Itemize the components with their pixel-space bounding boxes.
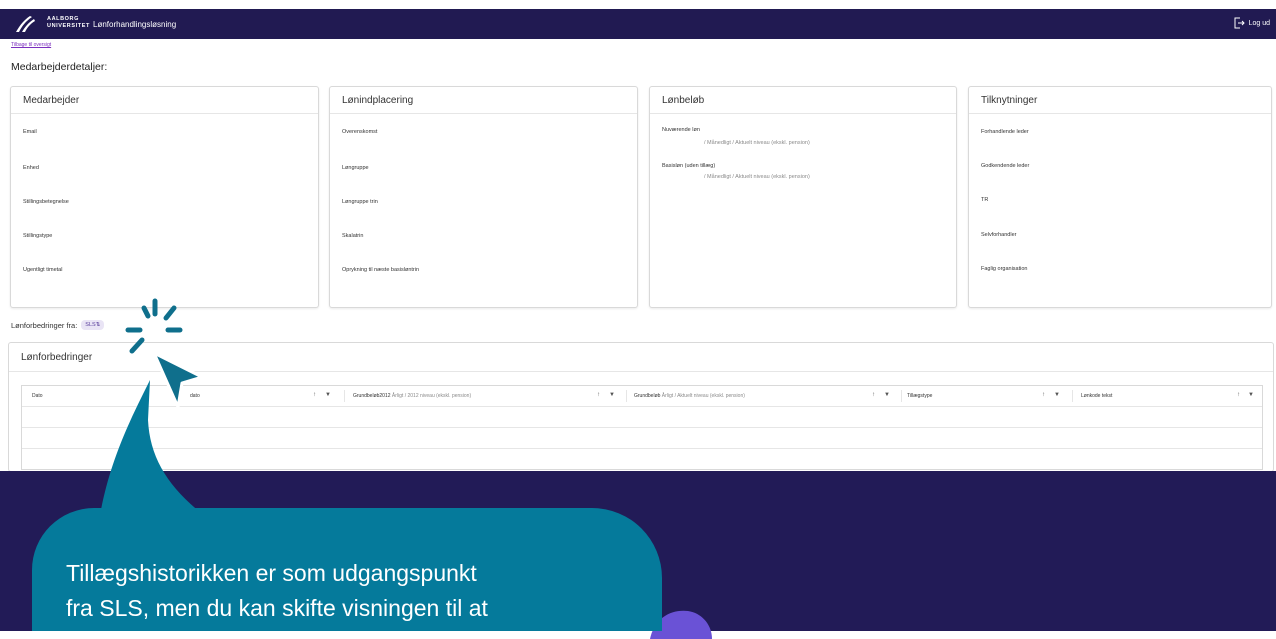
column-header-grundbelob2012[interactable]: Grundbeløb2012 Årligt / 2012 niveau (eks…	[353, 393, 471, 399]
field-label: Skalatrin	[342, 233, 364, 239]
field-label: TR	[981, 197, 989, 203]
column-header-unit: Årligt / 2012 niveau (ekskl. pension)	[391, 393, 472, 399]
filter-icon[interactable]: ▼	[1054, 392, 1060, 398]
swap-icon: ⇅	[95, 322, 101, 328]
source-toggle-chip[interactable]: SLS⇅	[81, 320, 105, 330]
field-unit: / Månedligt / Aktuelt niveau (ekskl. pen…	[704, 174, 810, 180]
column-header-label: Grundbeløb	[634, 393, 661, 399]
detail-panels: Medarbejder Email Enhed Stillingsbetegne…	[10, 86, 1272, 308]
sort-icon[interactable]: ↑	[313, 392, 316, 398]
field-label: Selvforhandler	[981, 232, 1017, 238]
source-filter: Lønforbedringer fra: SLS⇅	[11, 320, 105, 330]
field-label: Faglig organisation	[981, 266, 1028, 272]
chip-label: SLS	[85, 322, 96, 328]
tutorial-text-line: fra SLS, men du kan skifte visningen til…	[66, 595, 488, 621]
card-medarbejder: Medarbejder Email Enhed Stillingsbetegne…	[10, 86, 319, 308]
field-label: Oprykning til næste basisløntrin	[342, 267, 420, 273]
filter-label: Lønforbedringer fra:	[11, 320, 78, 330]
column-divider	[344, 390, 345, 402]
app-title: Lønforhandlingsløsning	[93, 20, 177, 29]
tutorial-speech-bubble: Tillægshistorikken er som udgangspunkt f…	[32, 508, 662, 631]
logout-button[interactable]: Log ud	[1233, 17, 1270, 29]
filter-icon[interactable]: ▼	[884, 392, 890, 398]
logo-wordmark: AALBORG UNIVERSITET	[47, 16, 90, 30]
field-label: Forhandlende leder	[981, 129, 1029, 135]
field-label: Nuværende løn	[662, 127, 700, 133]
column-header-lonkode-tekst[interactable]: Lønkode tekst	[1081, 393, 1112, 399]
card-tilknytninger: Tilknytninger Forhandlende leder Godkend…	[968, 86, 1272, 308]
field-label: Løngruppe	[342, 165, 369, 171]
field-label: Enhed	[23, 165, 39, 171]
field-label: Løngruppe trin	[342, 199, 378, 205]
field-label: Overenskomst	[342, 129, 378, 135]
sort-icon[interactable]: ↑	[1042, 392, 1045, 398]
column-divider	[1072, 390, 1073, 402]
page-title: Medarbejderdetaljer:	[11, 61, 108, 73]
top-bar: AALBORG UNIVERSITET Lønforhandlingsløsni…	[0, 9, 1276, 39]
field-label: Email	[23, 129, 37, 135]
field-label: Stillingsbetegnelse	[23, 199, 69, 205]
column-divider	[901, 390, 902, 402]
column-header-dato[interactable]: Dato	[32, 393, 43, 399]
card-title: Lønindplacering	[330, 87, 637, 114]
university-logo-icon	[16, 16, 35, 32]
logout-label: Log ud	[1248, 19, 1270, 27]
sort-icon[interactable]: ↑	[597, 392, 600, 398]
card-title: Lønbeløb	[650, 87, 956, 114]
card-lonbelob: Lønbeløb Nuværende løn / Månedligt / Akt…	[649, 86, 957, 308]
field-unit: / Månedligt / Aktuelt niveau (ekskl. pen…	[704, 140, 810, 146]
tutorial-text: Tillægshistorikken er som udgangspunkt f…	[66, 556, 488, 626]
card-title: Medarbejder	[11, 87, 318, 114]
filter-icon[interactable]: ▼	[1248, 392, 1254, 398]
column-divider	[626, 390, 627, 402]
sort-icon[interactable]: ↑	[1237, 392, 1240, 398]
back-to-overview-link[interactable]: Tilbage til oversigt	[11, 42, 51, 48]
sort-icon[interactable]: ↑	[872, 392, 875, 398]
column-header-tillaegstype[interactable]: Tillægstype	[907, 393, 932, 399]
field-label: Ugentligt timetal	[23, 267, 63, 273]
logo-line-2: UNIVERSITET	[47, 23, 90, 29]
column-header-unit: Årligt / Aktuelt niveau (ekskl. pension)	[661, 393, 745, 399]
field-label: Stillingstype	[23, 233, 53, 239]
field-label: Godkendende leder	[981, 163, 1030, 169]
filter-icon[interactable]: ▼	[325, 392, 331, 398]
field-label: Basisløn (uden tillæg)	[662, 163, 716, 169]
filter-icon[interactable]: ▼	[609, 392, 615, 398]
card-title: Tilknytninger	[969, 87, 1271, 114]
card-lonindplacering: Lønindplacering Overenskomst Løngruppe L…	[329, 86, 638, 308]
column-header-grundbelob[interactable]: Grundbeløb Årligt / Aktuelt niveau (eksk…	[634, 393, 745, 399]
tutorial-text-line: Tillægshistorikken er som udgangspunkt	[66, 560, 477, 586]
logo-line-1: AALBORG	[47, 16, 80, 22]
mouse-cursor-icon	[152, 351, 204, 409]
logout-icon	[1234, 17, 1245, 29]
column-header-label: Grundbeløb2012	[353, 393, 391, 399]
